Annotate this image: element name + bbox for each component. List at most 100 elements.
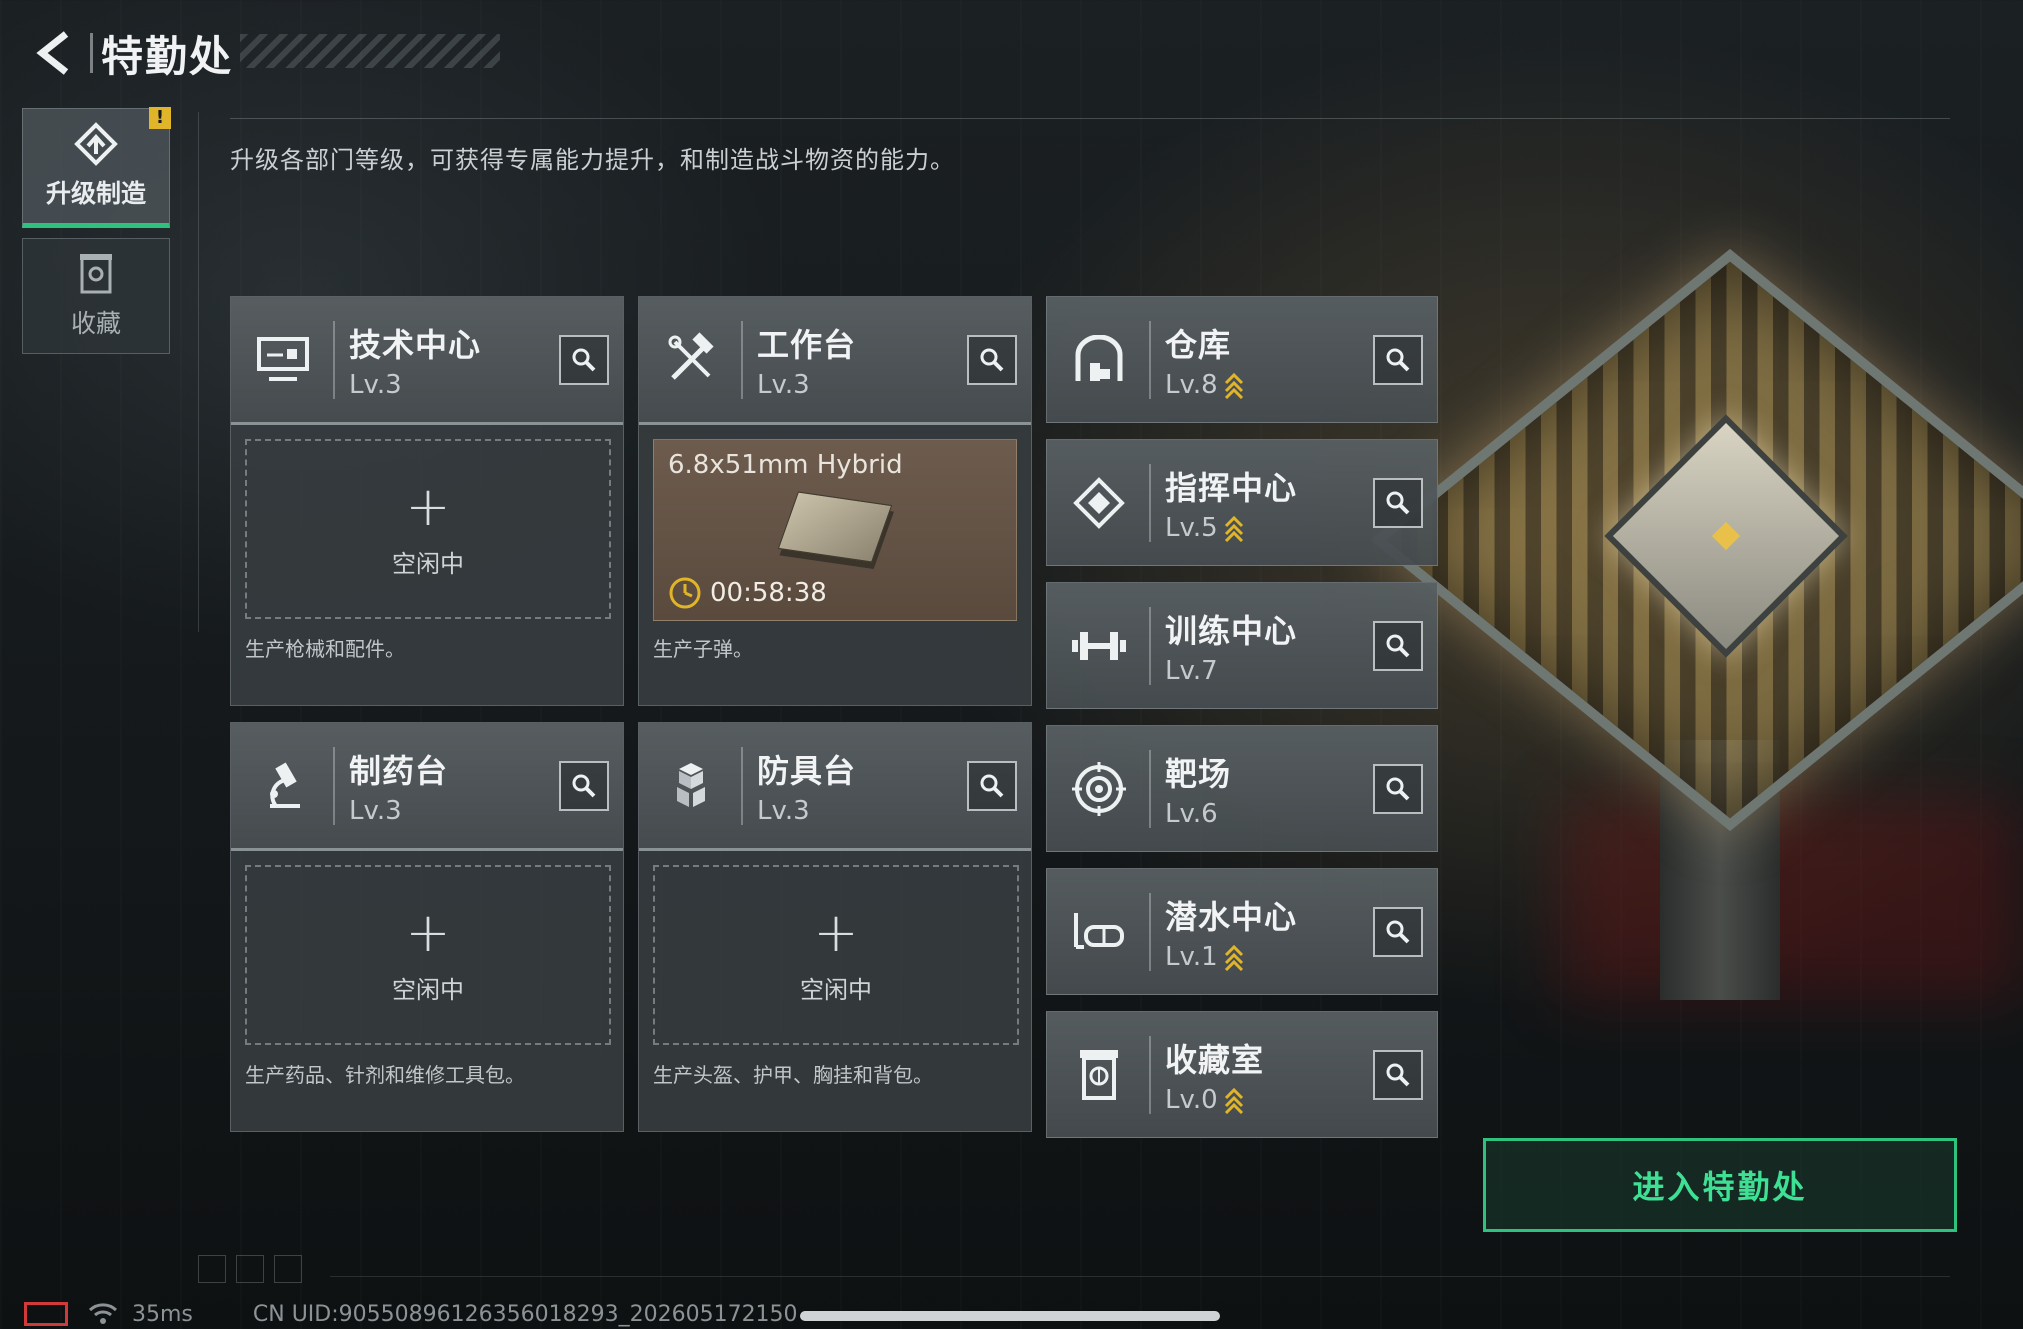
facility-collection-room[interactable]: 收藏室 Lv.0 (1046, 1011, 1438, 1138)
diving-mask-icon (1059, 892, 1139, 972)
level-text: Lv.7 (1165, 655, 1218, 686)
inspect-button[interactable] (1373, 1050, 1423, 1100)
enter-special-ops-button[interactable]: 进入特勤处 (1483, 1138, 1957, 1232)
decor-square (236, 1255, 264, 1283)
facility-level: Lv.6 (1165, 799, 1231, 829)
inspect-button[interactable] (559, 335, 609, 385)
search-icon (1386, 1063, 1410, 1087)
header-divider (1149, 320, 1151, 399)
facility-card-pharmacy: 制药台 Lv.3 + 空闲中 生产药品、针剂和维修工具包。 (230, 722, 624, 1132)
add-icon: + (405, 900, 451, 964)
inspect-button[interactable] (1373, 764, 1423, 814)
upgrade-available-icon (1224, 372, 1243, 399)
decor-square (198, 1255, 226, 1283)
header-divider (333, 746, 335, 825)
inspect-button[interactable] (1373, 907, 1423, 957)
production-slot-empty[interactable]: + 空闲中 (245, 865, 611, 1045)
facility-description: 生产药品、针剂和维修工具包。 (245, 1063, 525, 1087)
divider-line (330, 1276, 1950, 1277)
inspect-button[interactable] (967, 335, 1017, 385)
facility-card-armor: 防具台 Lv.3 + 空闲中 生产头盔、护甲、胸挂和背包。 (638, 722, 1032, 1132)
search-icon (572, 774, 596, 798)
facility-level: Lv.3 (349, 796, 448, 826)
header-divider (741, 746, 743, 825)
tools-icon (651, 320, 731, 400)
timer-text: 00:58:38 (710, 578, 827, 608)
search-icon (980, 774, 1004, 798)
search-icon (980, 348, 1004, 372)
decor-square (274, 1255, 302, 1283)
facility-name: 靶场 (1165, 754, 1232, 793)
side-facility-list: 仓库 Lv.8 指挥中心 Lv.5 训练中心 Lv.7 靶场 Lv.6 潜水中心… (1046, 296, 1438, 1138)
cube-core-light (1711, 521, 1741, 551)
level-text: Lv.3 (757, 795, 810, 826)
back-button[interactable] (20, 18, 90, 88)
header-divider (90, 33, 93, 73)
divider-line (198, 112, 199, 632)
level-text: Lv.6 (1165, 798, 1218, 829)
sidebar-item-collection[interactable]: 收藏 (22, 238, 170, 354)
level-text: Lv.3 (757, 369, 810, 400)
warehouse-icon (1059, 320, 1139, 400)
search-icon (1386, 348, 1410, 372)
facility-warehouse[interactable]: 仓库 Lv.8 (1046, 296, 1438, 423)
facility-level: Lv.1 (1165, 942, 1297, 972)
facility-header[interactable]: 技术中心 Lv.3 (231, 297, 623, 425)
ammo-box-image (777, 491, 893, 563)
special-ops-cube-artwork (1370, 180, 2023, 1000)
facility-header[interactable]: 防具台 Lv.3 (639, 723, 1031, 851)
computer-icon (243, 320, 323, 400)
production-slot-active[interactable]: 6.8x51mm Hybrid 00:58:38 (653, 439, 1017, 621)
header-divider (1149, 463, 1151, 542)
facility-header[interactable]: 制药台 Lv.3 (231, 723, 623, 851)
facility-card-workbench: 工作台 Lv.3 6.8x51mm Hybrid 00:58:38 生产子弹。 (638, 296, 1032, 706)
facility-header[interactable]: 工作台 Lv.3 (639, 297, 1031, 425)
facility-name: 收藏室 (1165, 1040, 1265, 1079)
inspect-button[interactable] (1373, 335, 1423, 385)
facility-level: Lv.8 (1165, 370, 1244, 400)
facility-name: 技术中心 (349, 325, 482, 364)
bottom-decoration (198, 1255, 302, 1283)
facility-training-center[interactable]: 训练中心 Lv.7 (1046, 582, 1438, 709)
search-icon (572, 348, 596, 372)
search-icon (1386, 634, 1410, 658)
facility-command-center[interactable]: 指挥中心 Lv.5 (1046, 439, 1438, 566)
target-icon (1059, 749, 1139, 829)
command-icon (1059, 463, 1139, 543)
chevron-left-icon (36, 31, 69, 75)
production-slot-empty[interactable]: + 空闲中 (653, 865, 1019, 1045)
upgrade-available-icon (1224, 1087, 1243, 1114)
production-item-name: 6.8x51mm Hybrid (668, 450, 903, 480)
page-description: 升级各部门等级，可获得专属能力提升，和制造战斗物资的能力。 (230, 146, 955, 174)
home-indicator[interactable] (800, 1311, 1220, 1321)
search-icon (1386, 777, 1410, 801)
facility-diving-center[interactable]: 潜水中心 Lv.1 (1046, 868, 1438, 995)
microscope-icon (243, 746, 323, 826)
sidebar-item-upgrade-craft[interactable]: ! 升级制造 (22, 107, 171, 228)
facility-level: Lv.5 (1165, 513, 1297, 543)
header-divider (1149, 1035, 1151, 1114)
facility-description: 生产子弹。 (653, 637, 753, 661)
facility-name: 潜水中心 (1165, 897, 1298, 936)
page-title: 特勤处 (101, 31, 234, 81)
facility-level: Lv.0 (1165, 1085, 1264, 1115)
level-text: Lv.8 (1165, 369, 1218, 400)
production-slot-empty[interactable]: + 空闲中 (245, 439, 611, 619)
header-divider (1149, 606, 1151, 685)
inspect-button[interactable] (967, 761, 1017, 811)
inspect-button[interactable] (1373, 478, 1423, 528)
facility-name: 工作台 (757, 325, 857, 364)
upgrade-available-icon (1224, 944, 1243, 971)
production-timer: 00:58:38 (668, 576, 827, 610)
inspect-button[interactable] (559, 761, 609, 811)
facility-name: 防具台 (757, 751, 857, 790)
level-text: Lv.1 (1165, 941, 1218, 972)
facility-description: 生产枪械和配件。 (245, 637, 405, 661)
collection-icon (1059, 1035, 1139, 1115)
header-divider (1149, 892, 1151, 971)
inspect-button[interactable] (1373, 621, 1423, 671)
facility-name: 制药台 (349, 751, 449, 790)
facility-shooting-range[interactable]: 靶场 Lv.6 (1046, 725, 1438, 852)
facility-card-tech-center: 技术中心 Lv.3 + 空闲中 生产枪械和配件。 (230, 296, 624, 706)
status-bar: 35ms CN UID:90550896126356018293_2026051… (24, 1300, 798, 1328)
